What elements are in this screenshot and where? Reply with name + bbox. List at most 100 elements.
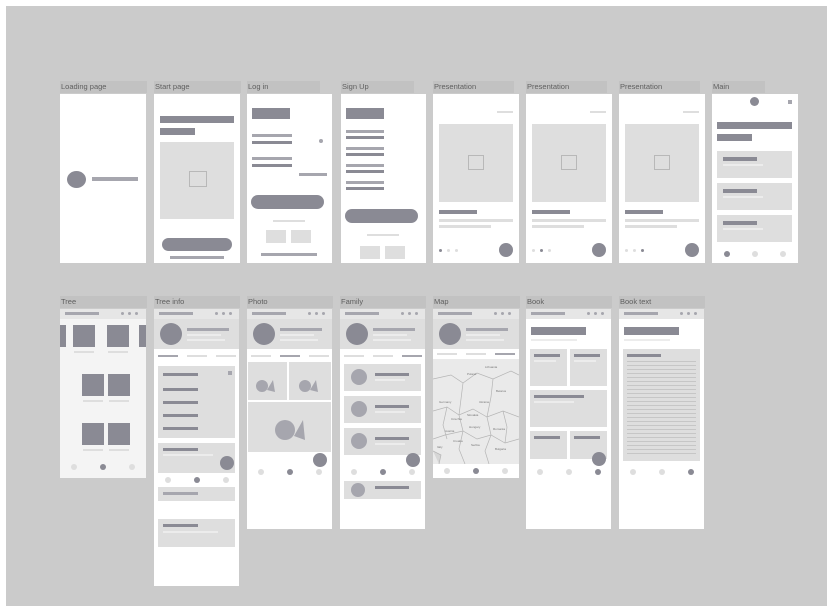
frame-book-text[interactable]: Book text [619,296,705,529]
tab[interactable] [495,353,515,355]
tab[interactable] [187,355,207,357]
nav-home-icon[interactable] [724,251,730,257]
add-button[interactable] [406,453,420,467]
nav-home-icon[interactable] [351,469,357,475]
frame-presentation-2[interactable]: Presentation [526,81,613,263]
page-dot[interactable] [455,249,458,252]
profile-text [280,334,314,336]
nav-tree-icon[interactable] [473,468,479,474]
nav-tree-icon[interactable] [566,469,572,475]
social-button[interactable] [266,230,286,243]
tab[interactable] [309,355,329,357]
social-button[interactable] [360,246,380,259]
text-lines [627,361,696,457]
eye-icon[interactable] [319,139,323,143]
page-dot[interactable] [625,249,628,252]
next-button[interactable] [499,243,513,257]
nav-home-icon[interactable] [165,477,171,483]
person-photo[interactable] [107,325,129,347]
social-button[interactable] [291,230,311,243]
nav-home-icon[interactable] [537,469,543,475]
tab[interactable] [344,355,364,357]
skip-link[interactable] [683,111,699,113]
tab[interactable] [402,355,422,357]
nav-profile-icon[interactable] [223,477,229,483]
nav-tree-icon[interactable] [380,469,386,475]
frame-photo[interactable]: Photo [247,296,333,529]
menu-icon[interactable] [788,100,792,104]
close-icon[interactable] [228,371,232,375]
frame-label: Presentation [619,81,700,93]
profile-text [373,339,411,341]
nav-tree-icon[interactable] [100,464,106,470]
frame-presentation-1[interactable]: Presentation [433,81,520,263]
page-dot[interactable] [641,249,644,252]
dot-icon [229,312,232,315]
nav-profile-icon[interactable] [688,469,694,475]
page-dot[interactable] [447,249,450,252]
nav-profile-icon[interactable] [502,468,508,474]
frame-map[interactable]: Map Poland Germany Belarus Ukraine Czech… [433,296,520,478]
login-button[interactable] [251,195,324,209]
person-photo[interactable] [82,423,104,445]
nav-home-icon[interactable] [444,468,450,474]
start-button[interactable] [162,238,232,251]
nav-profile-icon[interactable] [409,469,415,475]
skip-link[interactable] [497,111,513,113]
frame-sign-up[interactable]: Sign Up [341,81,427,263]
nav-tree-icon[interactable] [194,477,200,483]
add-button[interactable] [592,452,606,466]
add-button[interactable] [220,456,234,470]
nav-profile-icon[interactable] [595,469,601,475]
avatar[interactable] [750,97,759,106]
page-dot[interactable] [540,249,543,252]
next-button[interactable] [592,243,606,257]
nav-home-icon[interactable] [630,469,636,475]
signup-button[interactable] [345,209,418,223]
map-label: Bulgaria [495,447,507,451]
nav-profile-icon[interactable] [129,464,135,470]
person-photo[interactable] [108,423,130,445]
frame-log-in[interactable]: Log in [247,81,333,263]
frame-tree-info[interactable]: Tree info [154,296,240,586]
tab[interactable] [158,355,178,357]
profile-name [373,328,415,331]
frame-book[interactable]: Book [526,296,612,529]
frame-family[interactable]: Family [340,296,426,529]
tab[interactable] [466,353,486,355]
nav-profile-icon[interactable] [316,469,322,475]
nav-home-icon[interactable] [71,464,77,470]
signup-link[interactable] [261,253,317,256]
nav-profile-icon[interactable] [780,251,786,257]
nav-tree-icon[interactable] [752,251,758,257]
tab[interactable] [373,355,393,357]
person-photo[interactable] [108,374,130,396]
page-dot[interactable] [548,249,551,252]
page-dot[interactable] [439,249,442,252]
tab[interactable] [280,355,300,357]
tab[interactable] [251,355,271,357]
frame-loading-page[interactable]: Loading page [60,81,147,263]
person-photo[interactable] [139,325,146,347]
next-button[interactable] [685,243,699,257]
dot-icon [494,312,497,315]
person-photo[interactable] [82,374,104,396]
relative-name [375,405,409,408]
tab[interactable] [437,353,457,355]
page-dot[interactable] [532,249,535,252]
person-photo[interactable] [60,325,66,347]
social-button[interactable] [385,246,405,259]
frame-presentation-3[interactable]: Presentation [619,81,706,263]
frame-tree[interactable]: Tree [60,296,147,478]
map-view[interactable]: Poland Germany Belarus Ukraine Czechia A… [433,359,519,464]
frame-start-page[interactable]: Start page [154,81,241,263]
person-photo[interactable] [73,325,95,347]
skip-link[interactable] [590,111,606,113]
nav-tree-icon[interactable] [287,469,293,475]
add-button[interactable] [313,453,327,467]
nav-home-icon[interactable] [258,469,264,475]
frame-main[interactable]: Main [712,81,799,263]
tab[interactable] [216,355,236,357]
page-dot[interactable] [633,249,636,252]
nav-tree-icon[interactable] [659,469,665,475]
